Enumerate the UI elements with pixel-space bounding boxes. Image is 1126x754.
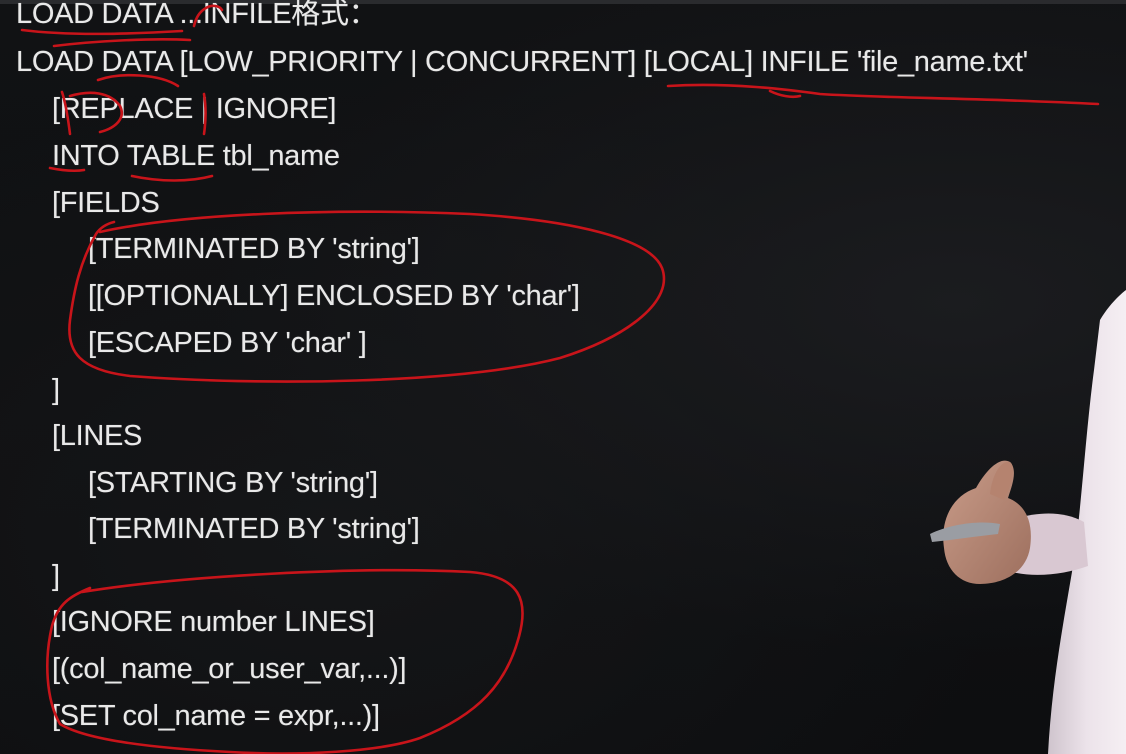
syntax-line-replace-ignore: [REPLACE | IGNORE] (52, 93, 337, 125)
syntax-line-load-data: LOAD DATA [LOW_PRIORITY | CONCURRENT] [L… (16, 46, 1028, 78)
syntax-line-fields-close: ] (52, 374, 60, 406)
syntax-line-into-table: INTO TABLE tbl_name (52, 140, 340, 172)
syntax-line-col-names: [(col_name_or_user_var,...)] (52, 653, 407, 685)
syntax-line-fields-enclosed: [[OPTIONALLY] ENCLOSED BY 'char'] (88, 280, 580, 312)
syntax-line-lines-starting: [STARTING BY 'string'] (88, 467, 378, 499)
syntax-line-lines: [LINES (52, 420, 143, 452)
load-data-syntax: LOAD DATA ...INFILE格式： LOAD DATA [LOW_PR… (0, 0, 1100, 754)
syntax-line-ignore-lines: [IGNORE number LINES] (52, 606, 375, 638)
syntax-line-lines-close: ] (52, 560, 60, 592)
syntax-heading: LOAD DATA ...INFILE格式： (16, 0, 378, 30)
syntax-line-fields-escaped: [ESCAPED BY 'char' ] (88, 327, 367, 359)
syntax-line-lines-terminated: [TERMINATED BY 'string'] (88, 513, 420, 545)
syntax-line-fields: [FIELDS (52, 187, 160, 219)
syntax-line-fields-terminated: [TERMINATED BY 'string'] (88, 233, 420, 265)
syntax-line-set: [SET col_name = expr,...)] (52, 700, 380, 732)
lecture-screen: LOAD DATA ...INFILE格式： LOAD DATA [LOW_PR… (0, 0, 1126, 754)
